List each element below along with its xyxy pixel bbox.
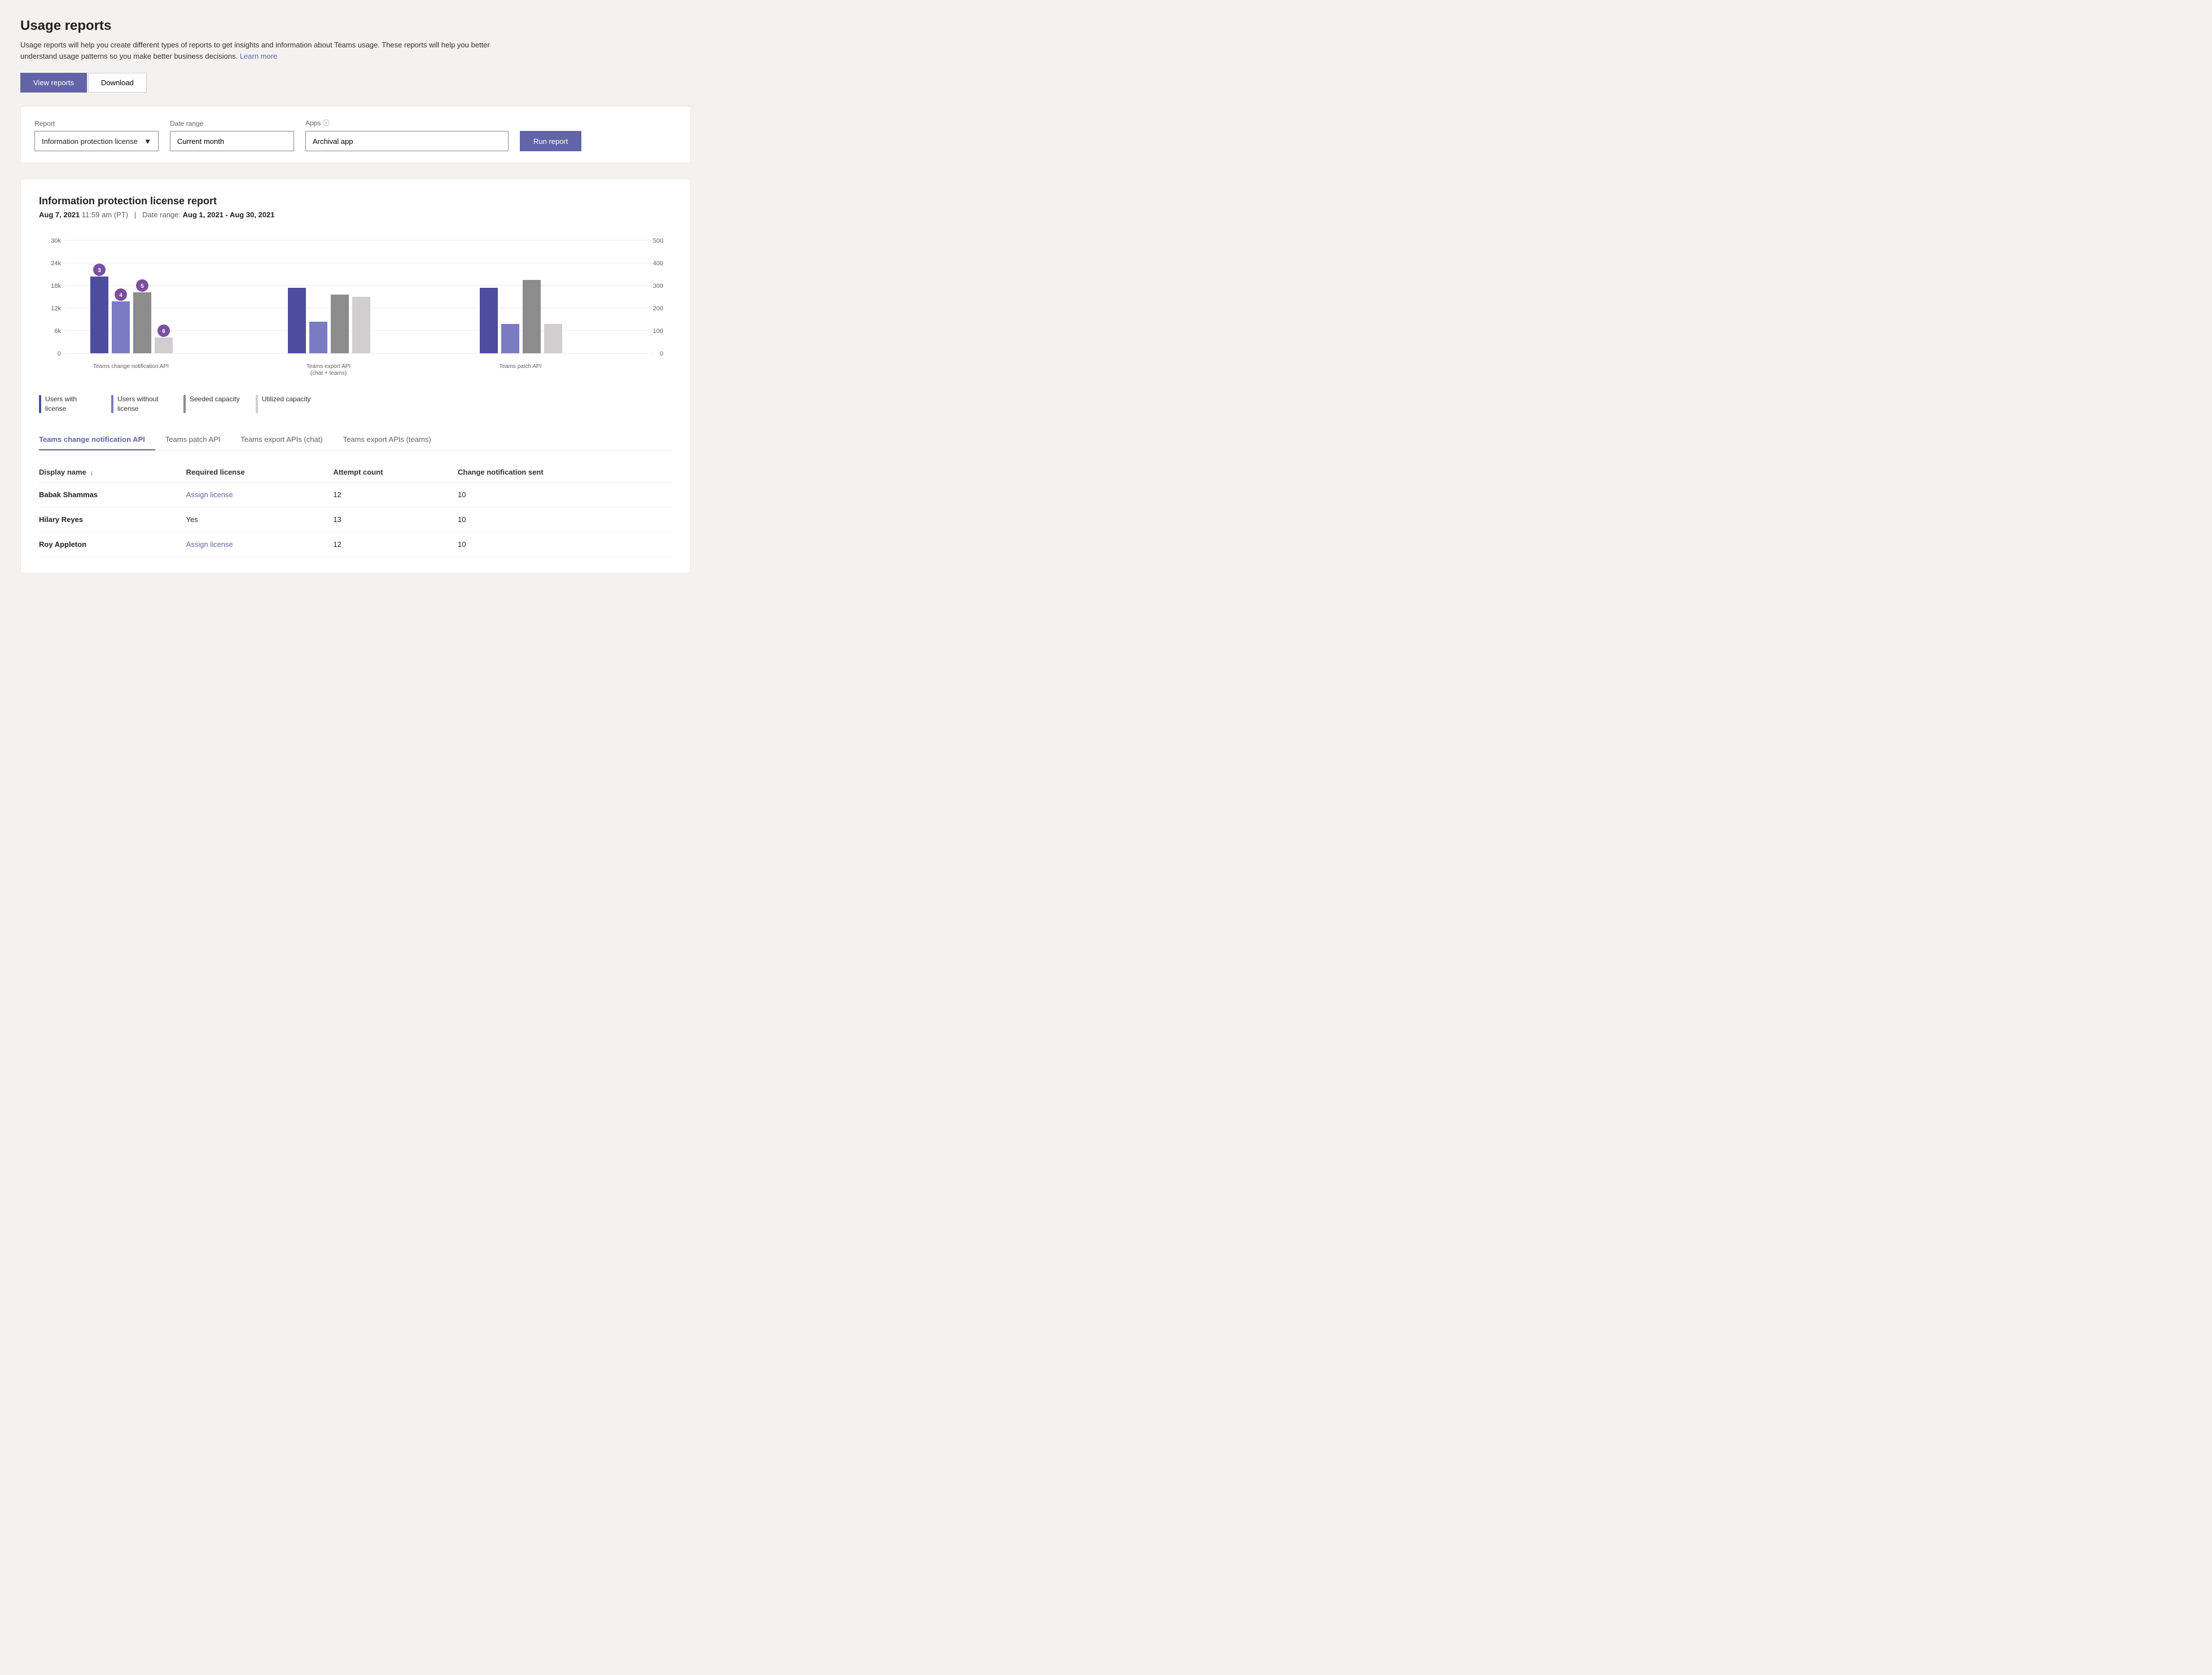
legend-color-utilized-capacity bbox=[256, 395, 258, 413]
col-attempt-count: Attempt count bbox=[333, 462, 458, 483]
assign-license-link[interactable]: Assign license bbox=[186, 540, 233, 549]
apps-input[interactable] bbox=[305, 131, 509, 151]
cell-change-notification-sent: 10 bbox=[458, 507, 672, 532]
cell-change-notification-sent: 10 bbox=[458, 532, 672, 556]
data-tab-change-notification[interactable]: Teams change notification API bbox=[39, 429, 155, 450]
cell-required-license: Yes bbox=[186, 507, 334, 532]
svg-text:400: 400 bbox=[653, 260, 663, 267]
cell-attempt-count: 12 bbox=[333, 482, 458, 507]
chart-svg: 30k 24k 18k 12k 6k 0 500 400 300 200 100… bbox=[39, 235, 672, 382]
cell-attempt-count: 13 bbox=[333, 507, 458, 532]
controls-bar: Report Information protection license ▼ … bbox=[20, 106, 691, 163]
legend-color-users-with-license bbox=[39, 395, 41, 413]
svg-text:0: 0 bbox=[58, 350, 61, 357]
report-table: Display name ↓ Required license Attempt … bbox=[39, 462, 672, 557]
svg-text:200: 200 bbox=[653, 305, 663, 312]
apps-label: Apps ⓘ bbox=[305, 118, 509, 128]
table-body: Babak ShammasAssign license1210Hilary Re… bbox=[39, 482, 672, 556]
svg-text:6: 6 bbox=[162, 328, 165, 335]
learn-more-link[interactable]: Learn more bbox=[240, 52, 277, 60]
main-tabs-bar: View reports Download bbox=[20, 73, 691, 93]
col-required-license: Required license bbox=[186, 462, 334, 483]
tab-view-reports[interactable]: View reports bbox=[20, 73, 87, 93]
svg-text:12k: 12k bbox=[51, 305, 61, 312]
info-icon: ⓘ bbox=[323, 119, 330, 127]
date-range-label: Date range bbox=[170, 120, 294, 128]
svg-text:300: 300 bbox=[653, 283, 663, 290]
page-title: Usage reports bbox=[20, 18, 691, 34]
svg-text:(chat + teams): (chat + teams) bbox=[310, 370, 347, 376]
col-display-name: Display name ↓ bbox=[39, 462, 186, 483]
table-row: Hilary ReyesYes1310 bbox=[39, 507, 672, 532]
col-change-notification-sent: Change notification sent bbox=[458, 462, 672, 483]
cell-display-name: Hilary Reyes bbox=[39, 507, 186, 532]
legend-color-users-without-license bbox=[111, 395, 113, 413]
svg-text:30k: 30k bbox=[51, 238, 61, 244]
run-report-button[interactable]: Run report bbox=[520, 131, 581, 151]
svg-text:6k: 6k bbox=[54, 328, 61, 335]
svg-text:18k: 18k bbox=[51, 283, 61, 290]
report-meta: Aug 7, 2021 11:59 am (PT) | Date range: … bbox=[39, 211, 672, 219]
legend-seeded-capacity: Seeded capacity bbox=[183, 394, 240, 414]
page-subtitle: Usage reports will help you create diffe… bbox=[20, 40, 506, 62]
svg-text:500: 500 bbox=[653, 238, 663, 244]
data-tab-export-teams[interactable]: Teams export APIs (teams) bbox=[343, 429, 441, 450]
apps-control-group: Apps ⓘ bbox=[305, 118, 509, 151]
cell-required-license[interactable]: Assign license bbox=[186, 482, 334, 507]
report-card-title: Information protection license report bbox=[39, 195, 672, 207]
svg-text:0: 0 bbox=[660, 350, 663, 357]
date-range-control-group: Date range bbox=[170, 120, 294, 151]
legend-users-without-license: Users without license bbox=[111, 394, 168, 414]
legend-utilized-capacity: Utilized capacity bbox=[256, 394, 311, 414]
svg-text:Teams change notification API: Teams change notification API bbox=[93, 363, 169, 370]
svg-text:5: 5 bbox=[141, 283, 144, 290]
cell-attempt-count: 12 bbox=[333, 532, 458, 556]
data-tab-patch-api[interactable]: Teams patch API bbox=[165, 429, 231, 450]
table-row: Roy AppletonAssign license 1210 bbox=[39, 532, 672, 556]
data-tabs-bar: Teams change notification API Teams patc… bbox=[39, 429, 672, 451]
svg-text:Teams export API: Teams export API bbox=[306, 363, 351, 370]
cell-required-license[interactable]: Assign license bbox=[186, 532, 334, 556]
svg-text:3: 3 bbox=[98, 268, 101, 274]
table-header-row: Display name ↓ Required license Attempt … bbox=[39, 462, 672, 483]
svg-text:24k: 24k bbox=[51, 260, 61, 267]
data-tab-export-chat[interactable]: Teams export APIs (chat) bbox=[240, 429, 332, 450]
cell-change-notification-sent: 10 bbox=[458, 482, 672, 507]
svg-text:4: 4 bbox=[119, 292, 122, 299]
report-label: Report bbox=[34, 120, 159, 128]
page-container: Usage reports Usage reports will help yo… bbox=[0, 0, 711, 591]
sort-icon-display-name[interactable]: ↓ bbox=[90, 470, 93, 476]
svg-text:Teams patch API: Teams patch API bbox=[499, 363, 541, 370]
cell-display-name: Roy Appleton bbox=[39, 532, 186, 556]
chart-legend: Users with license Users without license… bbox=[39, 394, 672, 414]
legend-users-with-license: Users with license bbox=[39, 394, 95, 414]
assign-license-link[interactable]: Assign license bbox=[186, 490, 233, 499]
cell-display-name: Babak Shammas bbox=[39, 482, 186, 507]
chevron-down-icon: ▼ bbox=[144, 137, 151, 146]
report-select[interactable]: Information protection license ▼ bbox=[34, 131, 159, 151]
svg-text:100: 100 bbox=[653, 328, 663, 335]
report-card: Information protection license report Au… bbox=[20, 179, 691, 573]
table-row: Babak ShammasAssign license 1210 bbox=[39, 482, 672, 507]
report-control-group: Report Information protection license ▼ bbox=[34, 120, 159, 151]
tab-download[interactable]: Download bbox=[88, 73, 147, 93]
chart-area: 30k 24k 18k 12k 6k 0 500 400 300 200 100… bbox=[39, 235, 672, 383]
legend-color-seeded-capacity bbox=[183, 395, 186, 413]
date-range-input[interactable] bbox=[170, 131, 294, 151]
